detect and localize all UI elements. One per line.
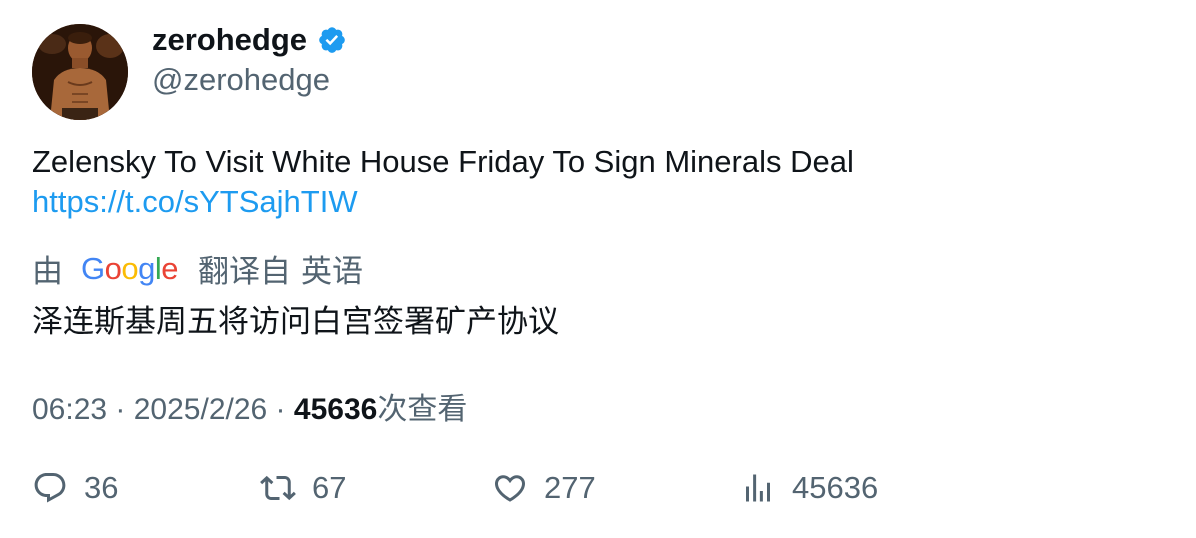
retweet-button[interactable]: 67 [260, 470, 346, 506]
retweet-count: 67 [312, 470, 347, 505]
author-name-row: zerohedge [152, 22, 347, 58]
views-count: 45636 [293, 393, 378, 426]
author-handle[interactable]: @zerohedge [152, 62, 330, 98]
tweet-body: Zelensky To Visit White House Friday To … [32, 142, 1152, 222]
translation-by-label: 由 [32, 254, 63, 289]
google-logo[interactable]: Google [81, 251, 179, 287]
tweet-date[interactable]: 2025/2/26 [134, 393, 267, 426]
analytics-icon [746, 474, 770, 502]
reply-count: 36 [84, 470, 119, 505]
views-action-count: 45636 [792, 470, 879, 505]
tweet-meta: 06:23 · 2025/2/26 · 45636次查看 [32, 393, 468, 426]
display-name[interactable]: zerohedge [152, 22, 307, 58]
translated-from-label: 翻译自 [198, 254, 292, 289]
translated-text: 泽连斯基周五将访问白宫签署矿产协议 [32, 304, 559, 339]
views-button[interactable]: 45636 [740, 470, 878, 506]
reply-button[interactable]: 36 [32, 470, 118, 506]
like-button[interactable]: 277 [492, 470, 596, 506]
translation-attribution: 由 Google 翻译自 英语 [32, 246, 363, 291]
reply-icon [34, 473, 66, 503]
verified-badge-icon [317, 25, 347, 55]
tweet-link[interactable]: https://t.co/sYTSajhTIW [32, 182, 1152, 222]
like-count: 277 [544, 470, 596, 505]
retweet-icon [260, 475, 296, 501]
action-bar: 36 67 277 45636 [32, 470, 1172, 514]
source-language: 英语 [301, 254, 364, 289]
tweet-text: Zelensky To Visit White House Friday To … [32, 144, 854, 179]
views-label: 次查看 [377, 393, 468, 426]
heart-icon [494, 475, 526, 502]
tweet-time[interactable]: 06:23 [32, 393, 107, 426]
avatar[interactable] [32, 24, 128, 120]
